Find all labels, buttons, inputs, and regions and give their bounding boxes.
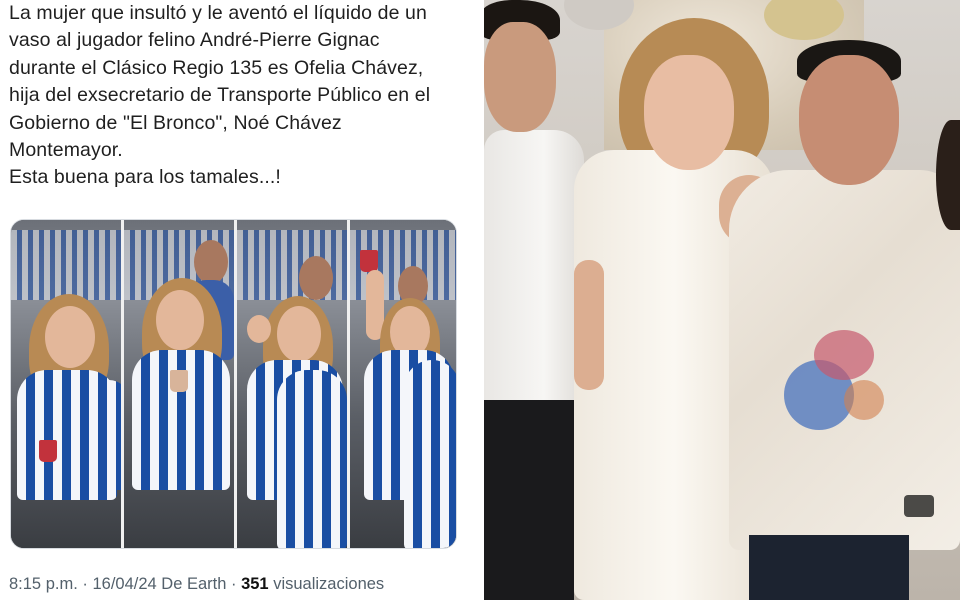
shirt-floral-pattern [814,330,874,380]
woman-face [277,306,321,362]
group-photo [484,0,960,600]
tweet-date-source: 16/04/24 De Earth [92,575,227,593]
woman-face [156,290,204,350]
meta-separator: · [226,575,242,593]
man-right-face [799,55,899,185]
striped-jersey-foreground [404,360,456,548]
striped-jersey-foreground [277,370,347,548]
woman-face [644,55,734,170]
media-frame-1 [11,220,121,548]
shirt-floral-pattern [844,380,884,420]
media-frame-4 [350,220,456,548]
media-frame-3 [237,220,347,548]
man-left-face [484,22,556,132]
man-face [194,240,228,284]
tweet-card: La mujer que insultó y le aventó el líqu… [0,0,484,600]
views-count: 351 [241,575,269,593]
tweet-text-line: vaso al jugador felino André-Pierre Gign… [9,29,380,52]
tweet-time: 8:15 p.m. [9,575,78,593]
tweet-text-line: Montemayor. [9,139,123,162]
partial-person-hair [936,120,960,230]
wrist-watch [904,495,934,517]
striped-jersey-foreground [89,380,121,490]
woman-face [45,306,95,368]
tweet-text-line: La mujer que insultó y le aventó el líqu… [9,2,427,24]
man-left-shirt [484,130,584,410]
red-cup [170,370,188,392]
woman-arm [574,260,604,390]
tweet-meta: 8:15 p.m. · 16/04/24 De Earth · 351 visu… [9,575,384,594]
tweet-media-image[interactable] [10,219,457,549]
crowd-background [237,230,347,300]
tweet-text-line: Esta buena para los tamales...! [9,166,281,189]
meta-separator: · [77,575,93,593]
tweet-text-line: durante el Clásico Regio 135 es Ofelia C… [9,56,424,79]
red-cup [39,440,57,462]
red-cup-raised [360,250,378,272]
media-frame-2 [124,220,234,548]
tweet-text-line: Gobierno de "El Bronco", Noé Chávez [9,111,342,134]
crowd-background [11,230,121,300]
tweet-text-line: hija del exsecretario de Transporte Públ… [9,84,431,107]
tweet-text: La mujer que insultó y le aventó el líqu… [9,0,477,192]
man-right-pants [749,535,909,600]
man-face [299,256,333,300]
raised-hand [247,315,271,343]
views-label: visualizaciones [268,575,385,593]
man-left-pants [484,400,574,600]
